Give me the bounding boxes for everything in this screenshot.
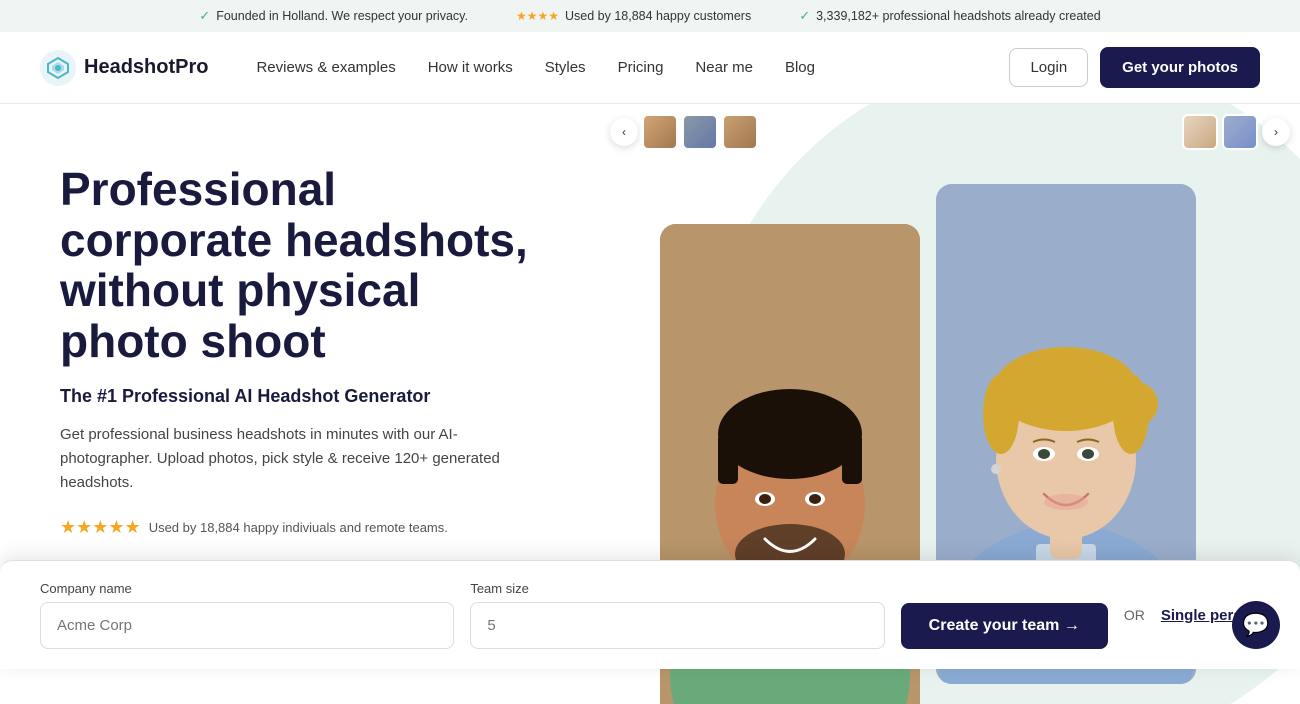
or-divider: OR <box>1124 607 1145 623</box>
thumb-4[interactable] <box>1182 114 1218 150</box>
check-icon-1: ✓ <box>199 8 210 24</box>
banner-text-3: 3,339,182+ professional headshots alread… <box>816 9 1101 23</box>
team-size-field: Team size <box>470 581 884 649</box>
stars-banner: ★★★★ <box>516 9 559 23</box>
thumb-5[interactable] <box>1222 114 1258 150</box>
check-icon-2: ✓ <box>799 8 810 24</box>
banner-item-1: ✓ Founded in Holland. We respect your pr… <box>199 8 468 24</box>
thumb-strip-left: ‹ <box>610 114 758 150</box>
navbar: HeadshotPro Reviews & examples How it wo… <box>0 32 1300 104</box>
chat-icon: 💬 <box>1242 612 1269 638</box>
nav-actions: Login Get your photos <box>1009 47 1260 88</box>
thumb-2[interactable] <box>682 114 718 150</box>
thumb-3[interactable] <box>722 114 758 150</box>
thumb-1[interactable] <box>642 114 678 150</box>
thumb-strip-right: › <box>1182 114 1290 150</box>
logo-icon <box>40 50 76 86</box>
hero-title: Professional corporate headshots, withou… <box>60 164 540 366</box>
banner-item-3: ✓ 3,339,182+ professional headshots alre… <box>799 8 1100 24</box>
banner-item-2: ★★★★ Used by 18,884 happy customers <box>516 9 751 23</box>
logo-text: HeadshotPro <box>84 56 208 79</box>
banner-text-2: Used by 18,884 happy customers <box>565 9 751 23</box>
nav-links: Reviews & examples How it works Styles P… <box>256 59 1009 76</box>
thumb-arrow-right[interactable]: › <box>1262 118 1290 146</box>
hero-subtitle: The #1 Professional AI Headshot Generato… <box>60 386 540 407</box>
hero-rating: ★★★★★ Used by 18,884 happy indiviuals an… <box>60 517 540 538</box>
nav-link-how-it-works[interactable]: How it works <box>428 59 513 76</box>
chat-bubble[interactable]: 💬 <box>1232 601 1280 649</box>
form-bar: Company name Team size Create your team … <box>0 560 1300 669</box>
rating-stars: ★★★★★ <box>60 517 141 538</box>
create-team-button[interactable]: Create your team → <box>901 603 1108 649</box>
login-button[interactable]: Login <box>1009 48 1088 87</box>
rating-text: Used by 18,884 happy indiviuals and remo… <box>149 520 448 535</box>
nav-link-blog[interactable]: Blog <box>785 59 815 76</box>
nav-link-styles[interactable]: Styles <box>545 59 586 76</box>
top-banner: ✓ Founded in Holland. We respect your pr… <box>0 0 1300 32</box>
company-name-label: Company name <box>40 581 454 596</box>
hero-description: Get professional business headshots in m… <box>60 423 540 495</box>
company-name-input[interactable] <box>40 602 454 649</box>
team-size-label: Team size <box>470 581 884 596</box>
logo[interactable]: HeadshotPro <box>40 50 208 86</box>
team-size-input[interactable] <box>470 602 884 649</box>
nav-link-near-me[interactable]: Near me <box>695 59 753 76</box>
nav-link-reviews[interactable]: Reviews & examples <box>256 59 395 76</box>
banner-text-1: Founded in Holland. We respect your priv… <box>216 9 468 23</box>
get-photos-button[interactable]: Get your photos <box>1100 47 1260 88</box>
company-name-field: Company name <box>40 581 454 649</box>
thumb-arrow-left[interactable]: ‹ <box>610 118 638 146</box>
nav-link-pricing[interactable]: Pricing <box>618 59 664 76</box>
